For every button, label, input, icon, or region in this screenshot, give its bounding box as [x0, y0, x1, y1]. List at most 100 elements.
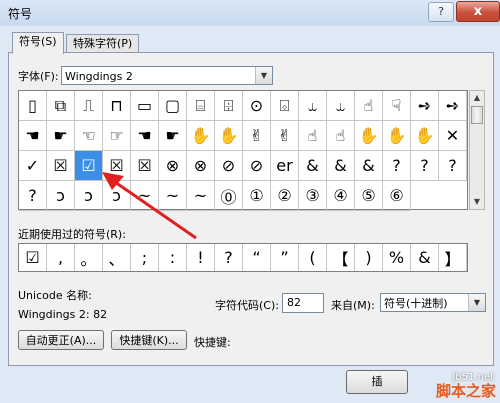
watermark-logo: 脚本之家	[435, 382, 496, 400]
symbol-cell[interactable]: ~	[159, 181, 187, 211]
symbol-grid[interactable]: ▯ ⧉ ⎍ ⊓ ▭ ▢ ⌸ ⌹ ⊙ ⌺ ⥿ ⥿ ☝ ☟ ➺ ➺ ☚ ☛ ☜ ☞ ☚ ☛ ✋ ✋ ✌ ✌ ☝ ☝ ✋ ✋ ✋ ✕ ✓ ☒ ☑ ☒ ☒ ⊗ ⊗ ⊘…	[18, 90, 468, 211]
tab-special-chars[interactable]: 特殊字符(P)	[66, 34, 140, 53]
symbol-cell[interactable]: ☒	[131, 151, 159, 181]
symbol-cell[interactable]: ①	[243, 181, 271, 211]
recent-symbol-cell[interactable]: 。	[75, 244, 103, 271]
close-button[interactable]: x	[456, 1, 500, 22]
symbol-cell[interactable]: ☚	[131, 121, 159, 151]
symbol-cell[interactable]: ☝	[327, 121, 355, 151]
symbol-cell[interactable]: ☒	[103, 151, 131, 181]
symbol-cell[interactable]: ☝	[299, 121, 327, 151]
symbol-cell[interactable]: &	[355, 151, 383, 181]
symbol-cell[interactable]: &	[327, 151, 355, 181]
symbol-cell[interactable]: ⊗	[187, 151, 215, 181]
symbol-cell[interactable]: ?	[383, 151, 411, 181]
scroll-down-icon[interactable]: ▼	[470, 195, 484, 209]
recent-symbol-cell[interactable]: ?	[215, 244, 243, 271]
symbol-cell[interactable]: ~	[131, 181, 159, 211]
symbol-cell[interactable]: ⊓	[103, 91, 131, 121]
symbol-cell[interactable]: ☑	[75, 151, 103, 181]
symbol-cell[interactable]: ✋	[411, 121, 439, 151]
symbol-cell[interactable]: ✋	[215, 121, 243, 151]
recent-symbol-cell[interactable]: 】	[439, 244, 467, 271]
recent-symbol-cell[interactable]: 、	[103, 244, 131, 271]
symbol-cell[interactable]: ?	[439, 151, 467, 181]
symbol-cell[interactable]: ☞	[103, 121, 131, 151]
symbol-cell[interactable]: ?	[19, 181, 47, 211]
autocorrect-button[interactable]: 自动更正(A)...	[18, 330, 104, 350]
symbol-cell[interactable]: ⊘	[215, 151, 243, 181]
symbol-cell[interactable]: ☛	[47, 121, 75, 151]
symbol-cell[interactable]: &	[299, 151, 327, 181]
font-dropdown[interactable]: Wingdings 2 ▼	[61, 66, 273, 85]
recent-symbols-grid[interactable]: ☑,。、;:!? “”(【)% &】	[18, 243, 468, 272]
symbol-cell[interactable]: ✋	[187, 121, 215, 151]
symbol-cell[interactable]: ☟	[383, 91, 411, 121]
recent-symbol-cell[interactable]: :	[159, 244, 187, 271]
recent-symbol-cell[interactable]: !	[187, 244, 215, 271]
symbol-cell[interactable]: ✋	[355, 121, 383, 151]
title-bar: 符号 ? x	[0, 0, 500, 26]
symbol-cell[interactable]: ~	[187, 181, 215, 211]
symbol-cell[interactable]: ☒	[47, 151, 75, 181]
dialog-title: 符号	[8, 7, 33, 21]
chevron-down-icon[interactable]: ▼	[255, 67, 272, 84]
symbol-cell[interactable]: ✓	[19, 151, 47, 181]
help-button[interactable]: ?	[428, 2, 454, 22]
symbol-cell[interactable]: ⌸	[187, 91, 215, 121]
recent-symbol-cell[interactable]: &	[411, 244, 439, 271]
symbol-cell[interactable]: ↄ	[47, 181, 75, 211]
insert-button[interactable]: 插	[346, 370, 408, 394]
symbol-cell[interactable]: ▢	[159, 91, 187, 121]
symbol-cell[interactable]: ☚	[19, 121, 47, 151]
symbol-cell[interactable]: ⥿	[299, 91, 327, 121]
recent-symbol-cell[interactable]: ;	[131, 244, 159, 271]
symbol-cell[interactable]: ☝	[355, 91, 383, 121]
symbol-cell[interactable]: ▭	[131, 91, 159, 121]
symbol-cell[interactable]: ⧉	[47, 91, 75, 121]
symbol-cell[interactable]: ⌹	[215, 91, 243, 121]
symbol-cell[interactable]: ✕	[439, 121, 467, 151]
shortcut-key-button[interactable]: 快捷键(K)...	[111, 330, 187, 350]
symbol-cell[interactable]: ⌺	[271, 91, 299, 121]
symbol-cell[interactable]: ⊘	[243, 151, 271, 181]
recent-symbol-cell[interactable]: ”	[271, 244, 299, 271]
scroll-thumb[interactable]	[471, 106, 483, 124]
symbol-cell[interactable]: ✌	[271, 121, 299, 151]
recent-symbol-cell[interactable]: 【	[327, 244, 355, 271]
symbol-cell[interactable]: ↄ	[75, 181, 103, 211]
symbol-cell[interactable]: ▯	[19, 91, 47, 121]
scroll-up-icon[interactable]: ▲	[470, 91, 484, 105]
symbol-cell[interactable]: ⎍	[75, 91, 103, 121]
symbol-cell[interactable]: ④	[327, 181, 355, 211]
symbol-cell[interactable]: ✌	[243, 121, 271, 151]
recent-symbol-cell[interactable]: ☑	[19, 244, 47, 271]
symbol-cell[interactable]: ⊗	[159, 151, 187, 181]
chevron-down-icon[interactable]: ▼	[468, 294, 485, 311]
recent-symbol-cell[interactable]: )	[355, 244, 383, 271]
symbol-cell[interactable]: ➺	[439, 91, 467, 121]
from-value: 符号(十进制)	[384, 297, 448, 310]
symbol-cell[interactable]: ⓪	[215, 181, 243, 211]
symbol-cell[interactable]: ✋	[383, 121, 411, 151]
symbol-cell[interactable]: ⑥	[383, 181, 411, 211]
symbol-cell[interactable]: ☜	[75, 121, 103, 151]
from-dropdown[interactable]: 符号(十进制) ▼	[380, 293, 486, 312]
symbol-cell[interactable]: ☛	[159, 121, 187, 151]
recent-symbol-cell[interactable]: %	[383, 244, 411, 271]
symbol-cell[interactable]: er	[271, 151, 299, 181]
charcode-input[interactable]: 82	[282, 293, 324, 313]
symbol-cell[interactable]: ②	[271, 181, 299, 211]
symbol-cell[interactable]: ⊙	[243, 91, 271, 121]
symbol-grid-scrollbar[interactable]: ▲ ▼	[469, 90, 485, 210]
symbol-cell[interactable]: ⑤	[355, 181, 383, 211]
symbol-cell[interactable]: ?	[411, 151, 439, 181]
recent-symbol-cell[interactable]: (	[299, 244, 327, 271]
symbol-cell[interactable]: ⥿	[327, 91, 355, 121]
recent-symbol-cell[interactable]: ,	[47, 244, 75, 271]
recent-symbol-cell[interactable]: “	[243, 244, 271, 271]
symbol-cell[interactable]: ↄ	[103, 181, 131, 211]
symbol-cell[interactable]: ③	[299, 181, 327, 211]
tab-symbols[interactable]: 符号(S)	[12, 32, 64, 54]
symbol-cell[interactable]: ➺	[411, 91, 439, 121]
